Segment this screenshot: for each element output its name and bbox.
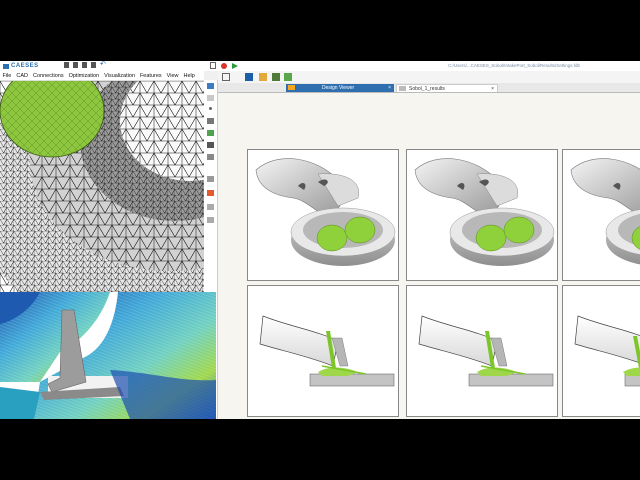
quick-access-toolbar: ↶ [64, 61, 106, 68]
tab-design-viewer-label: Design Viewer [322, 85, 355, 91]
export-image-icon[interactable] [272, 73, 280, 81]
copy-icon[interactable] [210, 62, 216, 69]
app-titlebar: CAESES ↶ [0, 61, 204, 71]
undo-icon[interactable]: ↶ [100, 61, 106, 68]
close-icon[interactable]: × [388, 84, 391, 92]
port-top-view-render [255, 158, 396, 266]
logo-mark-icon [3, 63, 9, 69]
menu-cad[interactable]: CAD [14, 73, 31, 79]
measure-icon[interactable] [207, 154, 214, 160]
menu-help[interactable]: Help [181, 73, 197, 79]
tab-sobol-results[interactable]: Sobol_1_results × [396, 84, 498, 92]
zoom-icon[interactable] [207, 95, 214, 101]
port-section-view-render [418, 315, 554, 387]
application-window: CAESES ↶ File CAD Connections Optimizati… [0, 61, 640, 419]
cfd-flow-view[interactable] [0, 292, 216, 419]
menu-file[interactable]: File [0, 73, 14, 79]
results-tab-icon [399, 86, 406, 91]
tab-design-viewer[interactable]: Design Viewer × [286, 84, 394, 92]
menu-features[interactable]: Features [137, 73, 164, 79]
surface-icon[interactable] [207, 130, 214, 136]
new-file-icon[interactable] [64, 62, 69, 68]
menu-optimization[interactable]: Optimization [66, 73, 102, 79]
grid-icon[interactable] [207, 217, 214, 223]
stop-icon[interactable] [221, 62, 227, 69]
mesh-render [0, 81, 204, 292]
menu-view[interactable]: View [164, 73, 181, 79]
tab-sobol-results-label: Sobol_1_results [409, 86, 445, 92]
design-cell-top-1[interactable] [247, 149, 399, 281]
tab-bar: Design Viewer × Sobol_1_results × [218, 83, 640, 93]
view-icon[interactable] [207, 83, 214, 89]
menu-connections[interactable]: Connections [31, 73, 67, 79]
design-viewer-panel [218, 93, 640, 419]
mesh-3d-view[interactable] [0, 81, 204, 292]
design-cell-bottom-2[interactable] [406, 285, 558, 417]
design-cell-bottom-1[interactable] [247, 285, 399, 417]
layout-icon[interactable] [222, 73, 230, 81]
logo-text: CAESES [11, 63, 39, 69]
light-icon[interactable] [207, 190, 214, 196]
design-cell-bottom-3[interactable] [562, 285, 640, 417]
open-icon[interactable] [259, 73, 267, 81]
results-window-titlebar: C:/Users/...CAESES_Sobol/IntakePort_Sobo… [204, 61, 640, 71]
window-path: C:/Users/...CAESES_Sobol/IntakePort_Sobo… [448, 63, 580, 68]
results-toolbar-top [210, 62, 238, 69]
curve-icon[interactable] [207, 118, 214, 124]
open-file-icon[interactable] [73, 62, 78, 68]
save-icon[interactable] [82, 62, 87, 68]
run-icon[interactable] [284, 73, 292, 81]
menu-bar: File CAD Connections Optimization Visual… [0, 71, 204, 81]
design-cell-top-3[interactable] [562, 149, 640, 281]
port-top-view-render [414, 158, 555, 266]
port-top-view-render [570, 158, 640, 265]
caeses-logo: CAESES [3, 63, 43, 69]
solid-icon[interactable] [207, 142, 214, 148]
mirror-icon[interactable] [207, 176, 214, 182]
section-icon[interactable] [207, 204, 214, 210]
viewer-tab-icon [288, 85, 295, 90]
save-as-icon[interactable] [91, 62, 96, 68]
folder-icon[interactable] [245, 73, 253, 81]
menu-visualization[interactable]: Visualization [102, 73, 138, 79]
play-icon[interactable] [232, 62, 238, 69]
port-section-view-render [574, 315, 640, 387]
port-section-view-render [259, 315, 395, 387]
point-icon[interactable] [209, 107, 212, 110]
close-icon[interactable]: × [491, 85, 494, 93]
viewer-toolbar [218, 71, 640, 83]
cfd-render [0, 292, 216, 419]
design-cell-top-2[interactable] [406, 149, 558, 281]
